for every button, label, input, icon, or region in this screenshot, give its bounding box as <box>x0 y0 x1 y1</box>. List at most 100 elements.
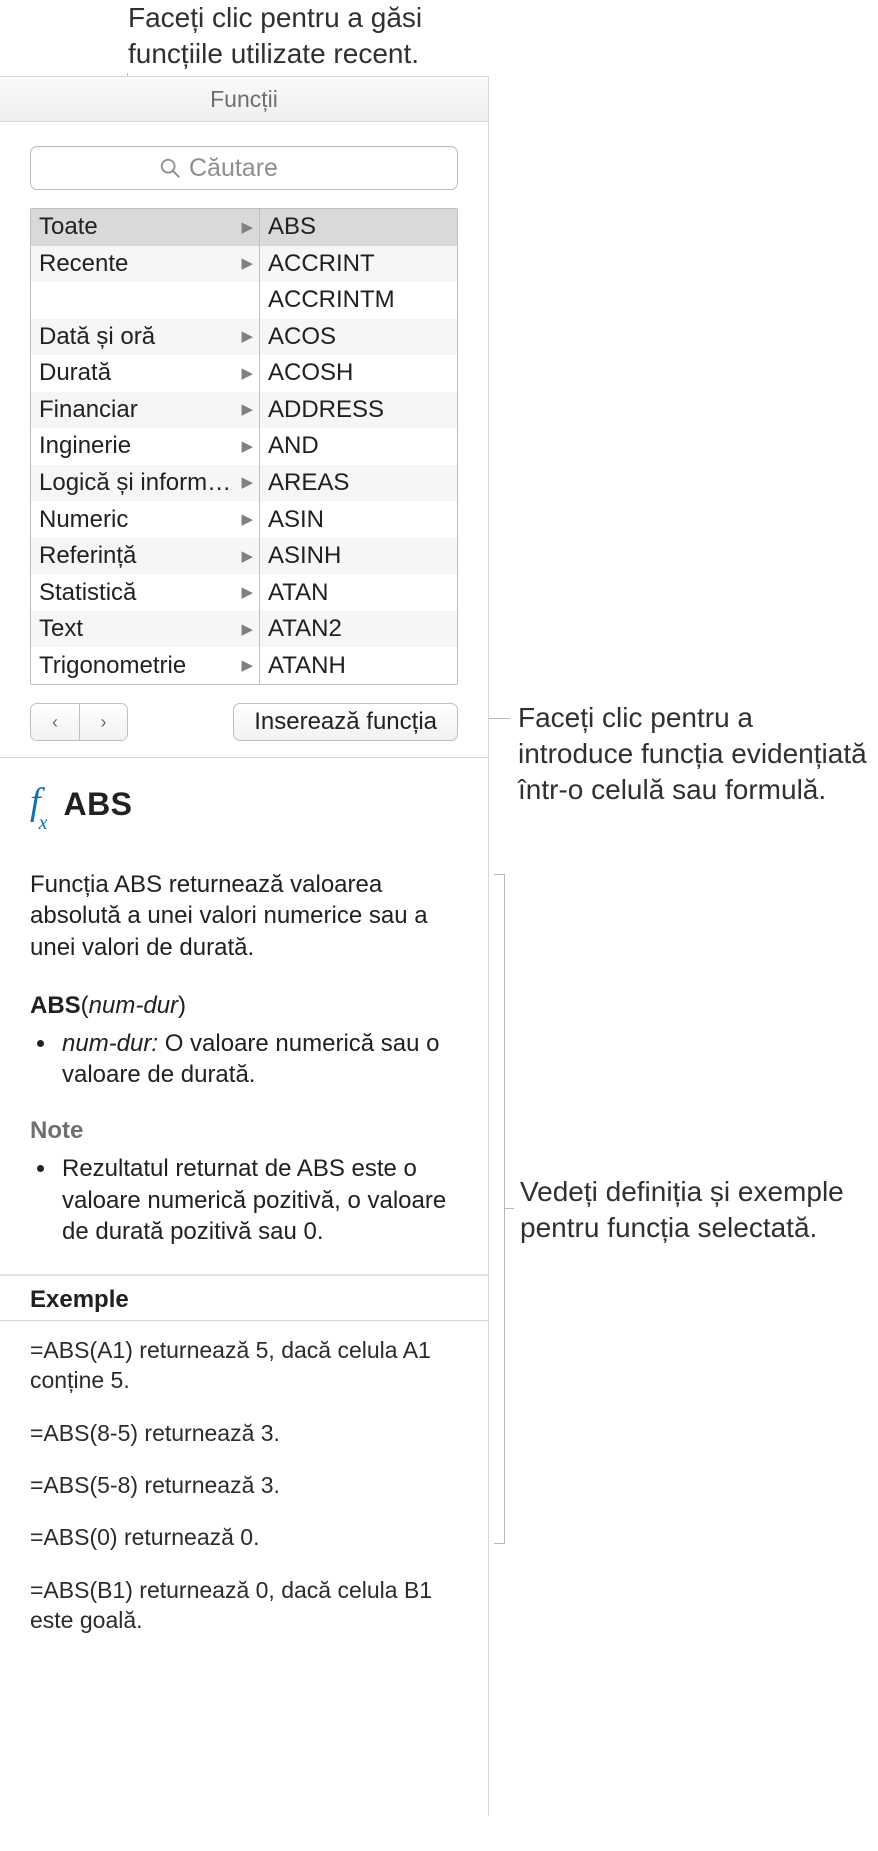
chevron-left-icon: ‹ <box>52 712 58 732</box>
chevron-right-icon: ▶ <box>241 220 253 235</box>
insert-function-button[interactable]: Inserează funcția <box>233 703 458 741</box>
category-row[interactable]: Toate ▶ <box>31 209 259 246</box>
callout-help-text: Vedeți definiția și exemple pentru funcț… <box>520 1176 844 1243</box>
signature-args: num-dur <box>89 992 178 1019</box>
signature-name: ABS <box>30 992 81 1019</box>
category-row[interactable] <box>31 282 259 319</box>
category-row[interactable]: Text ▶ <box>31 611 259 648</box>
function-label: ATAN2 <box>268 617 451 641</box>
example-item: =ABS(B1) returnează 0, dacă celula B1 es… <box>30 1575 458 1636</box>
browser-lists: Toate▶Recente▶Dată și oră▶Durată▶Financi… <box>30 208 458 685</box>
nav-segmented: ‹ › <box>30 703 128 741</box>
nav-forward-button[interactable]: › <box>79 704 127 740</box>
chevron-right-icon: › <box>101 712 107 732</box>
category-label: Trigonometrie <box>39 654 237 678</box>
category-label: Text <box>39 617 237 641</box>
category-label: Inginerie <box>39 434 237 458</box>
callout-help: Vedeți definiția și exemple pentru funcț… <box>520 1174 870 1246</box>
callout-recent: Faceți clic pentru a găsi funcțiile util… <box>128 0 508 72</box>
note-item: Rezultatul returnat de ABS este o valoar… <box>58 1153 458 1248</box>
panel-title-bar: Funcții <box>0 76 488 122</box>
category-label: Dată și oră <box>39 325 237 349</box>
chevron-right-icon: ▶ <box>241 402 253 417</box>
function-row[interactable]: ASIN <box>260 501 457 538</box>
category-row[interactable]: Statistică ▶ <box>31 574 259 611</box>
examples-heading: Exemple <box>30 1286 458 1314</box>
category-row[interactable]: Dată și oră ▶ <box>31 319 259 356</box>
detail-description: Funcția ABS returnează valoarea absolută… <box>30 869 458 964</box>
category-row[interactable]: Recente ▶ <box>31 246 259 283</box>
chevron-right-icon: ▶ <box>241 512 253 527</box>
function-label: ACOSH <box>268 361 451 385</box>
function-label: AREAS <box>268 471 451 495</box>
function-row[interactable]: ACOSH <box>260 355 457 392</box>
detail-signature: ABS(num-dur) <box>30 992 458 1020</box>
callout-insert-text: Faceți clic pentru a introduce funcția e… <box>518 702 867 805</box>
function-row[interactable]: ADDRESS <box>260 392 457 429</box>
panel-title: Funcții <box>210 86 278 113</box>
category-label: Toate <box>39 215 237 239</box>
function-row[interactable]: AND <box>260 428 457 465</box>
category-label: Referință <box>39 544 237 568</box>
category-label: Financiar <box>39 398 237 422</box>
detail-function-name: ABS <box>63 786 132 823</box>
category-label: Durată <box>39 361 237 385</box>
search-icon <box>159 157 181 179</box>
function-label: ASINH <box>268 544 451 568</box>
category-row[interactable]: Numeric ▶ <box>31 501 259 538</box>
function-row[interactable]: ABS <box>260 209 457 246</box>
function-label: ATAN <box>268 581 451 605</box>
chevron-right-icon: ▶ <box>241 439 253 454</box>
function-row[interactable]: ASINH <box>260 538 457 575</box>
function-label: ATANH <box>268 654 451 678</box>
function-row[interactable]: ACCRINTM <box>260 282 457 319</box>
function-row[interactable]: ATANH <box>260 647 457 684</box>
example-item: =ABS(5-8) returnează 3. <box>30 1470 458 1500</box>
category-row[interactable]: Trigonometrie ▶ <box>31 647 259 684</box>
category-label: Statistică <box>39 581 237 605</box>
category-row[interactable]: Logică și informații ▶ <box>31 465 259 502</box>
category-row[interactable]: Financiar ▶ <box>31 392 259 429</box>
function-row[interactable]: ATAN2 <box>260 611 457 648</box>
callout-help-leader <box>504 1208 514 1209</box>
chevron-right-icon: ▶ <box>241 475 253 490</box>
function-label: ACCRINTM <box>268 288 451 312</box>
chevron-right-icon: ▶ <box>241 366 253 381</box>
functions-panel: Funcții Toate▶Recente▶Dată și oră▶Durată… <box>0 76 489 1816</box>
examples-list: =ABS(A1) returnează 5, dacă celula A1 co… <box>30 1335 458 1636</box>
function-label: ACOS <box>268 325 451 349</box>
example-item: =ABS(8-5) returnează 3. <box>30 1418 458 1448</box>
category-row[interactable]: Referință ▶ <box>31 538 259 575</box>
chevron-right-icon: ▶ <box>241 585 253 600</box>
category-label: Logică și informații <box>39 471 237 495</box>
help-bracket <box>494 874 505 1544</box>
function-list[interactable]: ABS ACCRINT ACCRINTM ACOS ACOSH ADDRESS AND ARE… <box>260 209 457 684</box>
category-row[interactable]: Inginerie ▶ <box>31 428 259 465</box>
category-row[interactable]: Durată ▶ <box>31 355 259 392</box>
function-row[interactable]: ATAN <box>260 574 457 611</box>
chevron-right-icon: ▶ <box>241 658 253 673</box>
chevron-right-icon: ▶ <box>241 549 253 564</box>
function-label: ABS <box>268 215 451 239</box>
function-row[interactable]: ACOS <box>260 319 457 356</box>
arg-item: num-dur: O valoare numerică sau o valoar… <box>58 1028 458 1091</box>
function-row[interactable]: AREAS <box>260 465 457 502</box>
callout-insert: Faceți clic pentru a introduce funcția e… <box>518 700 868 807</box>
search-input[interactable] <box>187 153 513 184</box>
function-row[interactable]: ACCRINT <box>260 246 457 283</box>
chevron-right-icon: ▶ <box>241 329 253 344</box>
category-label: Recente <box>39 252 237 276</box>
notes-heading: Note <box>30 1117 458 1145</box>
category-list[interactable]: Toate▶Recente▶Dată și oră▶Durată▶Financi… <box>31 209 260 684</box>
function-label: ASIN <box>268 508 451 532</box>
function-detail: fx ABS Funcția ABS returnează valoarea a… <box>0 758 488 1635</box>
category-label: Numeric <box>39 508 237 532</box>
function-label: ADDRESS <box>268 398 451 422</box>
callout-recent-text: Faceți clic pentru a găsi funcțiile util… <box>128 2 422 69</box>
nav-back-button[interactable]: ‹ <box>31 704 79 740</box>
chevron-right-icon: ▶ <box>241 256 253 271</box>
function-label: AND <box>268 434 451 458</box>
example-item: =ABS(0) returnează 0. <box>30 1522 458 1552</box>
search-field[interactable] <box>30 146 458 190</box>
chevron-right-icon: ▶ <box>241 622 253 637</box>
